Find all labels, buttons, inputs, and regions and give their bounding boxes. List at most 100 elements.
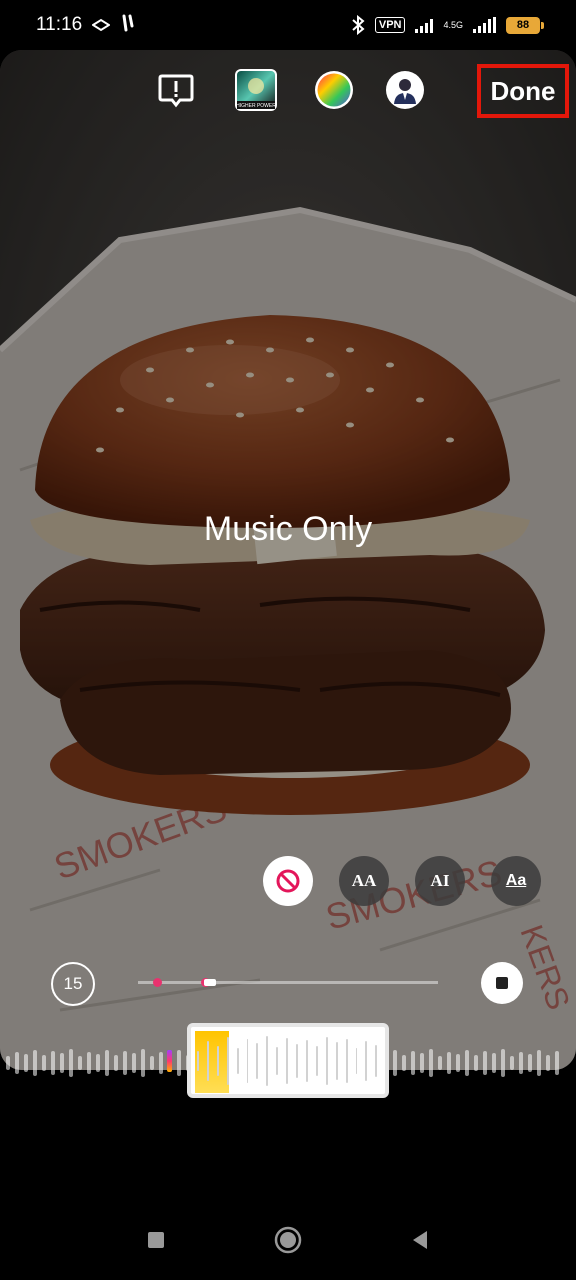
album-art-button[interactable]: HIGHER POWER <box>234 68 278 112</box>
notification-icons <box>91 14 134 37</box>
sim-icon <box>91 18 112 31</box>
waveform-bar <box>438 1056 442 1070</box>
profile-avatar-button[interactable] <box>383 68 427 112</box>
waveform-bar <box>447 1052 451 1074</box>
waveform-bar <box>150 1056 154 1070</box>
color-wheel-icon <box>315 71 353 109</box>
waveform-bar <box>51 1051 55 1075</box>
waveform-bar <box>33 1050 37 1076</box>
progress-start-dot <box>153 978 162 987</box>
waveform-bar <box>123 1051 127 1075</box>
back-icon <box>413 1231 427 1249</box>
waveform-bar <box>474 1055 478 1071</box>
waveform-bar <box>159 1052 163 1074</box>
stop-icon <box>496 977 508 989</box>
waveform-bar <box>501 1049 505 1077</box>
story-canvas[interactable]: SMOKERS SMOKERS SMOKERS KERS <box>0 50 576 1070</box>
no-lyrics-button[interactable] <box>263 856 313 906</box>
waveform-bar <box>528 1054 532 1072</box>
album-art-icon: HIGHER POWER <box>235 69 277 111</box>
waveform-bar <box>6 1056 10 1070</box>
back-button[interactable] <box>402 1222 438 1258</box>
waveform-bar <box>78 1056 82 1070</box>
status-right: VPN 4.5G 88 <box>351 15 544 35</box>
waveform-selection-bar <box>206 1040 209 1081</box>
waveform-selection-bar <box>216 1045 219 1076</box>
lyrics-style-ai-label: AI <box>430 871 450 890</box>
canvas-dim-overlay <box>0 50 576 1070</box>
waveform-bar <box>420 1053 424 1073</box>
waveform-bar <box>42 1055 46 1071</box>
waveform-selection-bar <box>335 1041 338 1080</box>
done-label: Done <box>490 75 556 106</box>
waveform-bar <box>546 1055 550 1071</box>
lyrics-style-aa-label: AA <box>351 871 377 890</box>
waveform-selection-bar <box>325 1036 328 1085</box>
waveform-selection-bar <box>385 1038 387 1084</box>
home-button[interactable] <box>270 1222 306 1258</box>
waveform-selection-bar <box>355 1047 358 1074</box>
progress-handle[interactable] <box>204 979 216 986</box>
music-only-caption: Music Only <box>203 510 373 548</box>
signal-icon <box>415 17 434 33</box>
stop-button[interactable] <box>481 962 523 1004</box>
lyrics-style-aa-button[interactable]: AA <box>339 856 389 906</box>
report-button[interactable] <box>154 68 198 112</box>
waveform-bar <box>60 1053 64 1073</box>
waveform-selection[interactable] <box>187 1023 389 1098</box>
waveform-selection-bar <box>246 1038 249 1083</box>
bluetooth-icon <box>352 15 365 35</box>
waveform-selection-bar <box>286 1037 289 1084</box>
home-icon <box>274 1226 302 1254</box>
waveform-bar <box>483 1051 487 1075</box>
done-button[interactable]: Done <box>477 64 569 118</box>
waveform-selection-bar <box>315 1045 318 1076</box>
waveform-bar <box>510 1056 514 1070</box>
waveform-selection-bar <box>197 1050 199 1071</box>
vpn-badge: VPN <box>374 17 406 33</box>
duration-label: 15 <box>63 974 83 993</box>
waveform-bar <box>411 1051 415 1075</box>
waveform-bar <box>555 1051 559 1075</box>
signal-icon-2 <box>473 17 496 33</box>
lyrics-style-underline-button[interactable]: Aa <box>491 856 541 906</box>
top-toolbar: HIGHER POWER Done <box>0 60 576 120</box>
status-bar: 11:16 VPN 4.5G 88 <box>0 0 576 50</box>
waveform-bar <box>519 1052 523 1074</box>
waveform-bar <box>87 1052 91 1074</box>
color-button[interactable] <box>312 68 356 112</box>
recents-button[interactable] <box>138 1222 174 1258</box>
waveform-selection-bar <box>365 1040 368 1081</box>
waveform-bar <box>24 1054 28 1072</box>
duration-button[interactable]: 15 <box>51 962 95 1006</box>
waveform-selection-bars <box>197 1027 387 1094</box>
waveform-bar <box>402 1055 406 1071</box>
waveform-bar <box>105 1050 109 1076</box>
battery-icon: 88 <box>506 16 544 34</box>
waveform-bar <box>393 1050 397 1076</box>
waveform-selection-bar <box>236 1047 239 1074</box>
playback-progress[interactable] <box>138 978 438 987</box>
waveform-selection-bar <box>375 1044 378 1077</box>
navigation-bar <box>0 1200 576 1280</box>
profile-avatar-icon <box>386 71 424 109</box>
recents-icon <box>148 1232 164 1248</box>
waveform-bar <box>465 1050 469 1076</box>
no-lyrics-icon <box>276 869 300 893</box>
waveform-bar <box>141 1049 145 1077</box>
waveform-selection-bar <box>266 1035 269 1086</box>
waveform-selection-bar <box>305 1039 308 1082</box>
waveform-bar <box>177 1050 181 1076</box>
waveform-selection-bar <box>345 1038 348 1083</box>
waveform-selection-bar <box>276 1046 279 1075</box>
network-type: 4.5G <box>443 20 463 30</box>
lyrics-style-ai-button[interactable]: AI <box>415 856 465 906</box>
waveform-bar <box>537 1050 541 1076</box>
status-time: 11:16 <box>36 14 83 35</box>
waveform-bar <box>456 1054 460 1072</box>
usb-icon <box>122 14 134 31</box>
lyrics-style-underline-label: Aa <box>505 872 527 889</box>
waveform-selection-bar <box>256 1042 259 1079</box>
waveform-selection-bar <box>226 1036 229 1085</box>
waveform-selection-bar <box>296 1043 298 1078</box>
